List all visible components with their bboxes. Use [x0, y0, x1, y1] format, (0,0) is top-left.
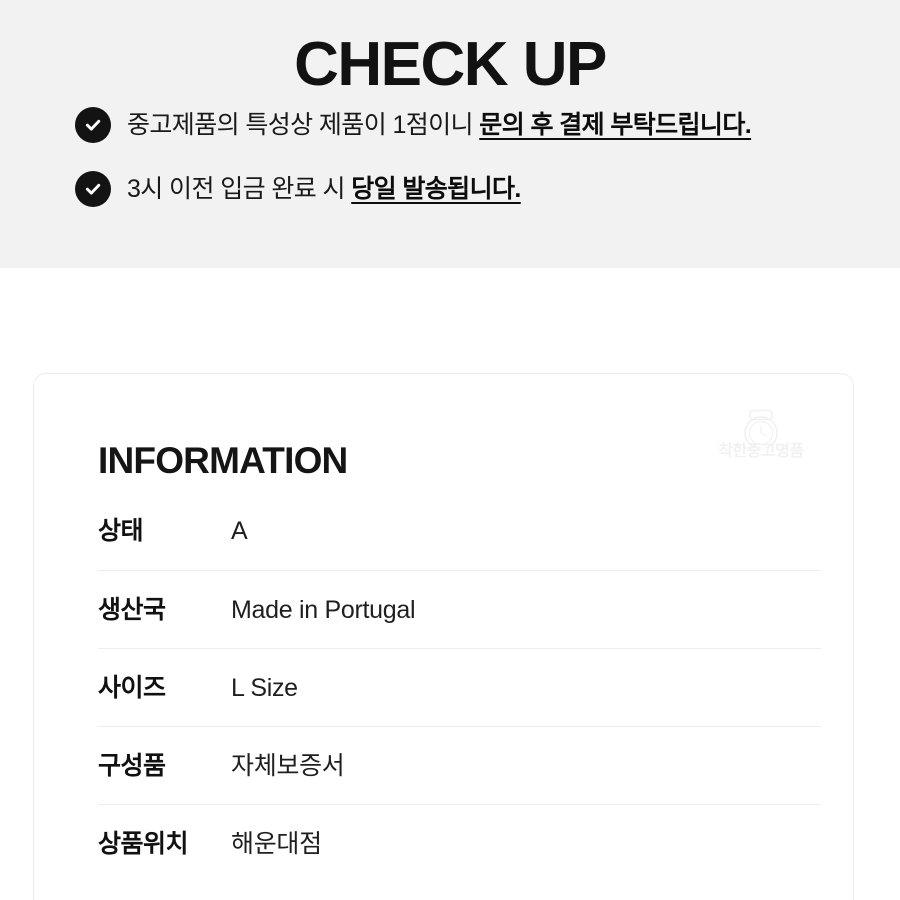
row-label: 구성품: [98, 751, 166, 780]
information-card: INFORMATION 착한중고명품 상태 A 생산국 Made in Port…: [33, 373, 854, 900]
table-row: 생산국 Made in Portugal: [98, 570, 821, 648]
table-row: 사이즈 L Size: [98, 648, 821, 726]
information-title: INFORMATION: [98, 439, 348, 481]
table-row: 구성품 자체보증서: [98, 726, 821, 804]
checkup-item: 중고제품의 특성상 제품이 1점이니 문의 후 결제 부탁드립니다.: [75, 104, 875, 146]
row-label: 상품위치: [98, 829, 189, 858]
row-label: 생산국: [98, 595, 166, 624]
information-header: INFORMATION 착한중고명품: [34, 374, 853, 484]
checkup-item-text: 중고제품의 특성상 제품이 1점이니 문의 후 결제 부탁드립니다.: [127, 104, 752, 146]
checkup-section: CHECK UP 중고제품의 특성상 제품이 1점이니 문의 후 결제 부탁드립…: [0, 0, 900, 268]
information-table: 상태 A 생산국 Made in Portugal 사이즈 L Size 구성품…: [98, 492, 821, 882]
row-value: A: [231, 517, 248, 545]
checkup-item-lead: 3시 이전 입금 완료 시: [127, 175, 352, 203]
table-row: 상품위치 해운대점: [98, 804, 821, 882]
row-value: 해운대점: [231, 829, 322, 858]
row-label: 상태: [98, 517, 144, 545]
checkup-item-text: 3시 이전 입금 완료 시 당일 발송됩니다.: [127, 168, 521, 210]
checkup-item: 3시 이전 입금 완료 시 당일 발송됩니다.: [75, 168, 875, 210]
row-label: 사이즈: [98, 673, 166, 702]
table-row: 상태 A: [98, 492, 821, 570]
checkup-title: CHECK UP: [294, 29, 607, 99]
checkup-item-emphasis: 당일 발송됩니다.: [351, 175, 521, 203]
row-value: L Size: [231, 673, 298, 702]
row-value: Made in Portugal: [231, 595, 416, 624]
check-circle-icon: [75, 171, 111, 207]
product-detail-page: CHECK UP 중고제품의 특성상 제품이 1점이니 문의 후 결제 부탁드립…: [0, 0, 900, 900]
checkup-list: 중고제품의 특성상 제품이 1점이니 문의 후 결제 부탁드립니다. 3시 이전…: [75, 104, 875, 232]
checkup-item-emphasis: 문의 후 결제 부탁드립니다.: [479, 111, 752, 139]
brand-watermark: 착한중고명품: [696, 408, 826, 472]
row-value: 자체보증서: [231, 751, 345, 780]
checkup-item-lead: 중고제품의 특성상 제품이 1점이니: [127, 111, 480, 139]
check-circle-icon: [75, 107, 111, 143]
brand-watermark-text: 착한중고명품: [718, 443, 804, 460]
